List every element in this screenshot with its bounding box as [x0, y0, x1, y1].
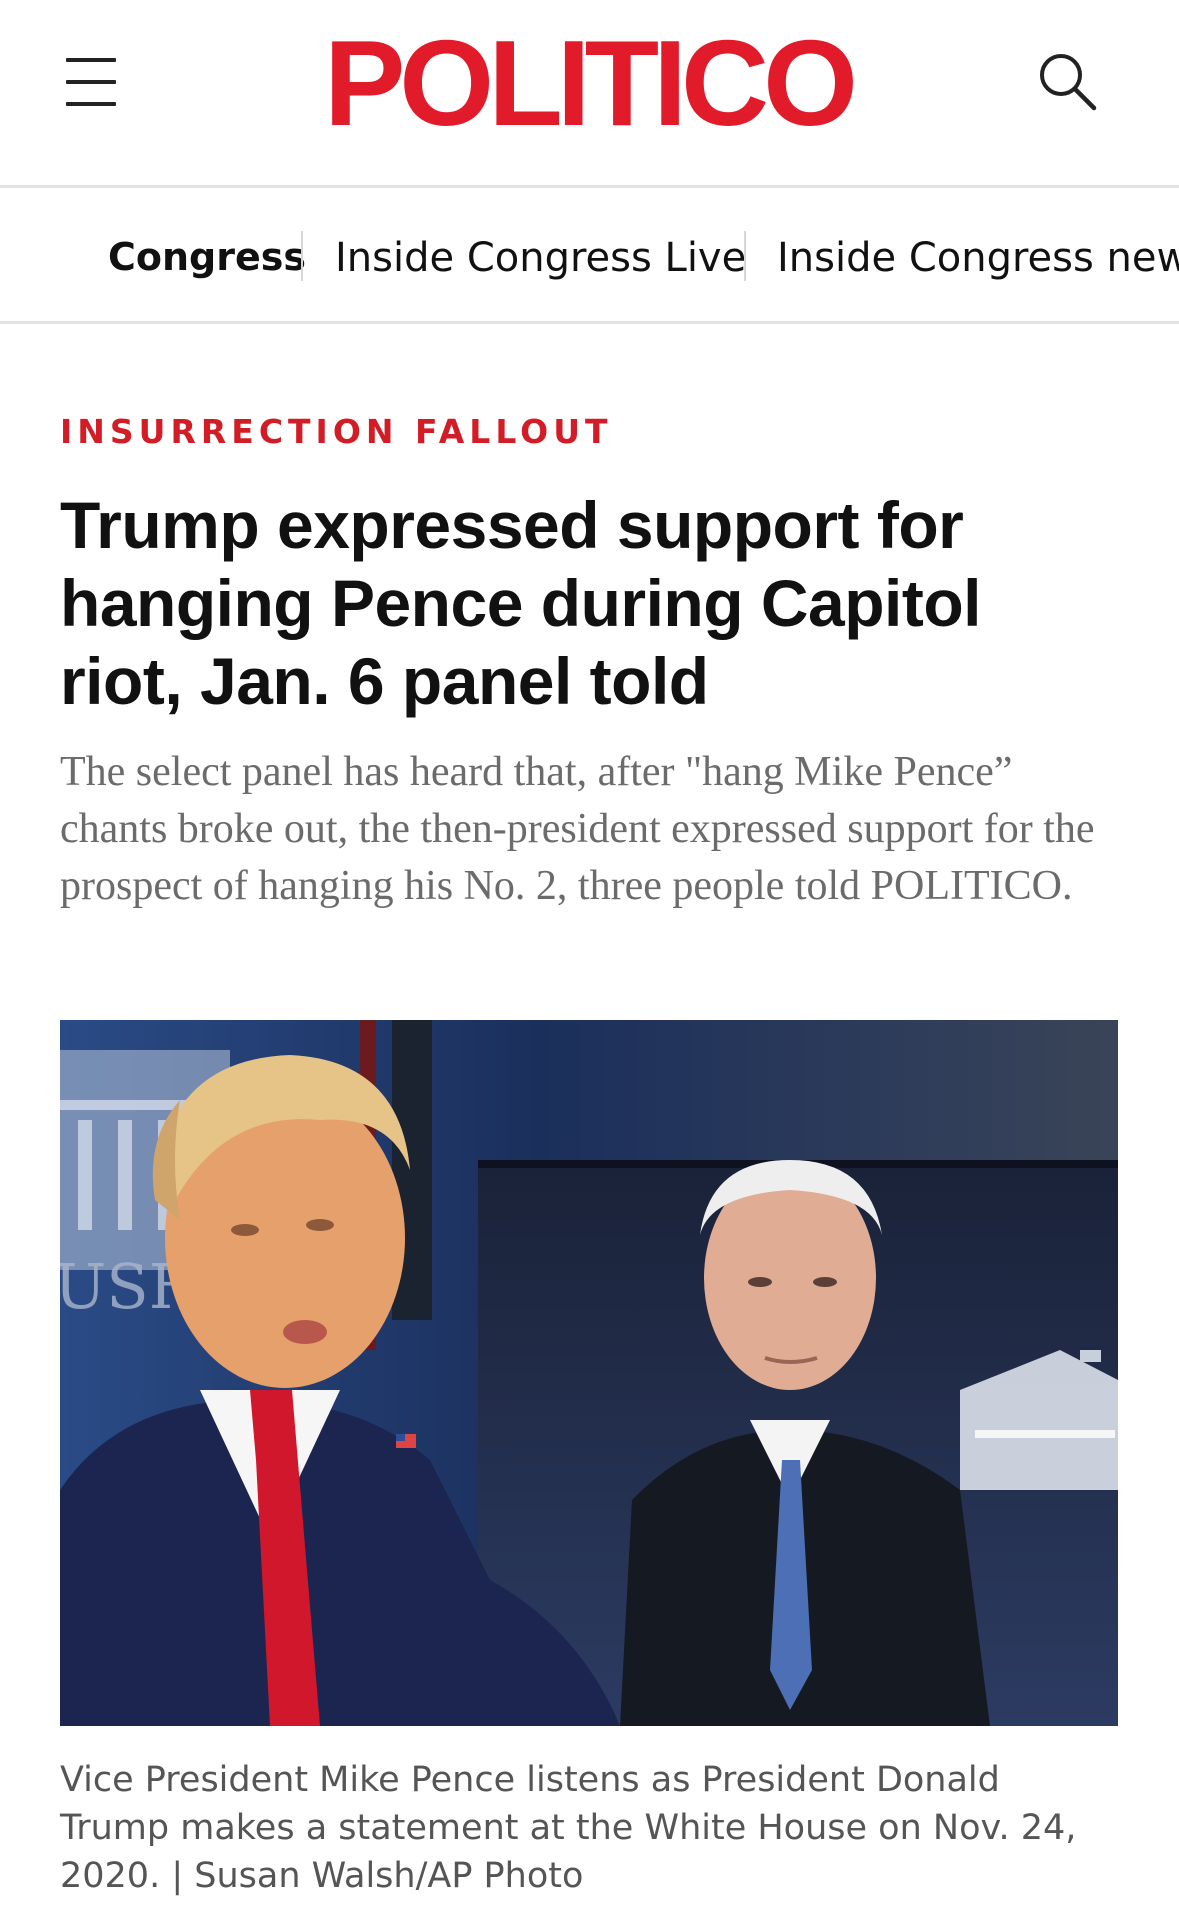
- politico-logo[interactable]: POLITICO: [318, 18, 858, 148]
- subnav-divider: [301, 231, 303, 281]
- search-icon[interactable]: [1036, 50, 1098, 112]
- article-dek: The select panel has heard that, after "…: [60, 749, 1095, 909]
- subnav-item-inside-congress-live[interactable]: Inside Congress Live: [335, 235, 746, 281]
- photo-caption: Vice President Mike Pence listens as Pre…: [60, 1760, 1077, 1896]
- story-kicker[interactable]: INSURRECTION FALLOUT: [60, 412, 613, 451]
- article-headline: Trump expressed support for hanging Penc…: [60, 488, 982, 718]
- subnav-section-congress[interactable]: Congress: [108, 235, 306, 279]
- site-header: POLITICO: [0, 0, 1179, 188]
- hamburger-menu-icon[interactable]: [66, 58, 128, 106]
- subnav-divider: [744, 231, 746, 281]
- section-subnav: Congress Inside Congress Live Inside Con…: [0, 191, 1179, 324]
- subnav-item-inside-congress-newsletter[interactable]: Inside Congress newsl: [777, 235, 1179, 281]
- hero-photo-illustration: USH: [60, 1020, 1118, 1726]
- article-hero-photo: USH: [60, 1020, 1118, 1726]
